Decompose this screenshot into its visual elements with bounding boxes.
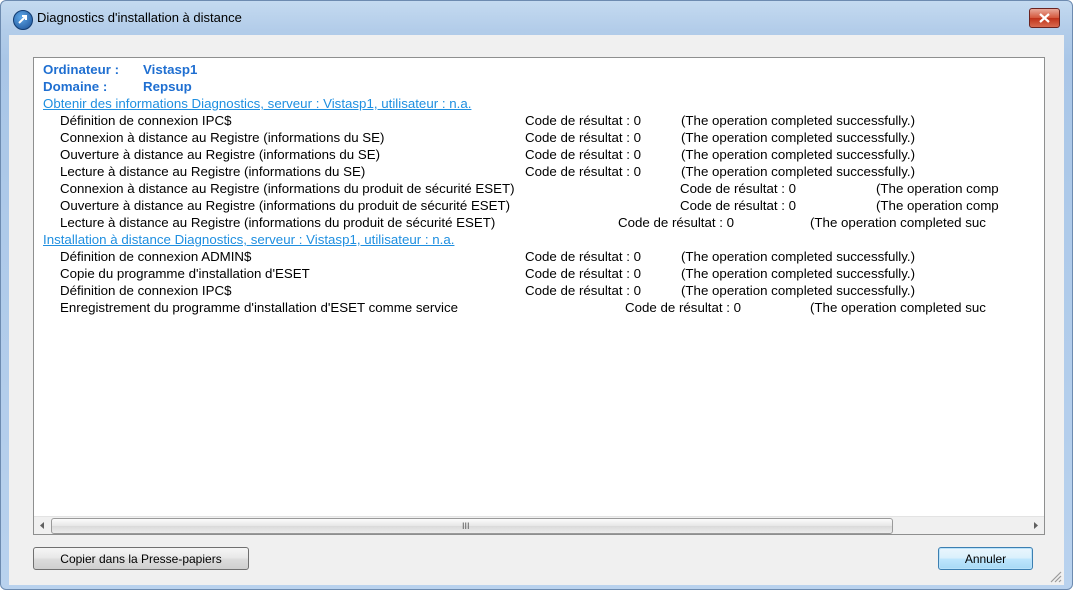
log-row: Connexion à distance au Registre (inform… bbox=[43, 180, 1033, 197]
result-message: (The operation completed successfully.) bbox=[681, 164, 916, 179]
result-message: (The operation completed successfully.) bbox=[681, 147, 916, 162]
diagnostics-log: Ordinateur : Vistasp1 Domaine : Repsup O… bbox=[43, 61, 1033, 507]
domain-row: Domaine : Repsup bbox=[43, 78, 1033, 95]
title-bar[interactable]: Diagnostics d'installation à distance bbox=[1, 1, 1072, 35]
result-message: (The operation completed successfully.) bbox=[681, 283, 916, 298]
computer-value: Vistasp1 bbox=[143, 62, 198, 77]
scrollbar-grip: III bbox=[462, 521, 470, 531]
result-message: (The operation completed successfully.) bbox=[681, 130, 916, 145]
dialog-client-area: Ordinateur : Vistasp1 Domaine : Repsup O… bbox=[9, 35, 1064, 585]
section-link-installation[interactable]: Installation à distance Diagnostics, ser… bbox=[43, 231, 454, 248]
log-row: Définition de connexion IPC$ Code de résu… bbox=[43, 282, 1033, 299]
resize-grip-icon[interactable] bbox=[1048, 569, 1062, 583]
scrollbar-thumb[interactable]: III bbox=[51, 518, 893, 534]
result-message: (The operation comp bbox=[876, 198, 999, 213]
result-code: Code de résultat : 0 bbox=[618, 215, 735, 230]
result-message: (The operation completed suc bbox=[810, 300, 986, 315]
arrow-left-icon[interactable] bbox=[34, 517, 51, 534]
section-link-diagnostics[interactable]: Obtenir des informations Diagnostics, se… bbox=[43, 95, 471, 112]
log-row: Ouverture à distance au Registre (inform… bbox=[43, 197, 1033, 214]
log-description: Définition de connexion ADMIN$ bbox=[60, 249, 252, 264]
log-row: Définition de connexion ADMIN$ Code de ré… bbox=[43, 248, 1033, 265]
copy-to-clipboard-button[interactable]: Copier dans la Presse-papiers bbox=[33, 547, 249, 570]
log-description: Copie du programme d'installation d'ESET bbox=[60, 266, 310, 281]
diagnostics-log-panel[interactable]: Ordinateur : Vistasp1 Domaine : Repsup O… bbox=[33, 57, 1045, 535]
log-description: Connexion à distance au Registre (inform… bbox=[60, 130, 385, 145]
result-code: Code de résultat : 0 bbox=[525, 249, 642, 264]
arrow-right-icon[interactable] bbox=[1027, 517, 1044, 534]
result-code: Code de résultat : 0 bbox=[525, 130, 642, 145]
result-message: (The operation completed successfully.) bbox=[681, 113, 916, 128]
log-row: Définition de connexion IPC$ Code de résu… bbox=[43, 112, 1033, 129]
eset-remote-install-icon bbox=[13, 10, 33, 30]
dialog-window: Diagnostics d'installation à distance Or… bbox=[0, 0, 1073, 590]
result-code: Code de résultat : 0 bbox=[525, 164, 642, 179]
result-message: (The operation comp bbox=[876, 181, 999, 196]
log-description: Définition de connexion IPC$ bbox=[60, 283, 232, 298]
log-row: Lecture à distance au Registre (informat… bbox=[43, 163, 1033, 180]
computer-label: Ordinateur : bbox=[43, 62, 120, 77]
close-button[interactable] bbox=[1029, 8, 1060, 28]
result-code: Code de résultat : 0 bbox=[525, 147, 642, 162]
log-description: Lecture à distance au Registre (informat… bbox=[60, 164, 366, 179]
result-code: Code de résultat : 0 bbox=[680, 181, 797, 196]
domain-label: Domaine : bbox=[43, 79, 108, 94]
close-icon bbox=[1039, 13, 1050, 23]
log-row: Enregistrement du programme d'installati… bbox=[43, 299, 1033, 316]
section-title-row: Installation à distance Diagnostics, ser… bbox=[43, 231, 1033, 248]
result-message: (The operation completed successfully.) bbox=[681, 266, 916, 281]
domain-value: Repsup bbox=[143, 79, 192, 94]
log-row: Copie du programme d'installation d'ESET… bbox=[43, 265, 1033, 282]
log-description: Ouverture à distance au Registre (inform… bbox=[60, 198, 511, 213]
log-row: Lecture à distance au Registre (informat… bbox=[43, 214, 1033, 231]
log-description: Connexion à distance au Registre (inform… bbox=[60, 181, 515, 196]
cancel-button[interactable]: Annuler bbox=[938, 547, 1033, 570]
window-title: Diagnostics d'installation à distance bbox=[37, 10, 242, 25]
result-code: Code de résultat : 0 bbox=[680, 198, 797, 213]
log-row: Ouverture à distance au Registre (inform… bbox=[43, 146, 1033, 163]
log-description: Enregistrement du programme d'installati… bbox=[60, 300, 458, 315]
log-description: Ouverture à distance au Registre (inform… bbox=[60, 147, 381, 162]
section-title-row: Obtenir des informations Diagnostics, se… bbox=[43, 95, 1033, 112]
log-description: Définition de connexion IPC$ bbox=[60, 113, 232, 128]
computer-row: Ordinateur : Vistasp1 bbox=[43, 61, 1033, 78]
result-code: Code de résultat : 0 bbox=[525, 113, 642, 128]
result-code: Code de résultat : 0 bbox=[625, 300, 742, 315]
log-description: Lecture à distance au Registre (informat… bbox=[60, 215, 496, 230]
log-row: Connexion à distance au Registre (inform… bbox=[43, 129, 1033, 146]
horizontal-scrollbar[interactable]: III bbox=[34, 516, 1044, 534]
result-code: Code de résultat : 0 bbox=[525, 266, 642, 281]
result-message: (The operation completed successfully.) bbox=[681, 249, 916, 264]
result-code: Code de résultat : 0 bbox=[525, 283, 642, 298]
result-message: (The operation completed suc bbox=[810, 215, 986, 230]
